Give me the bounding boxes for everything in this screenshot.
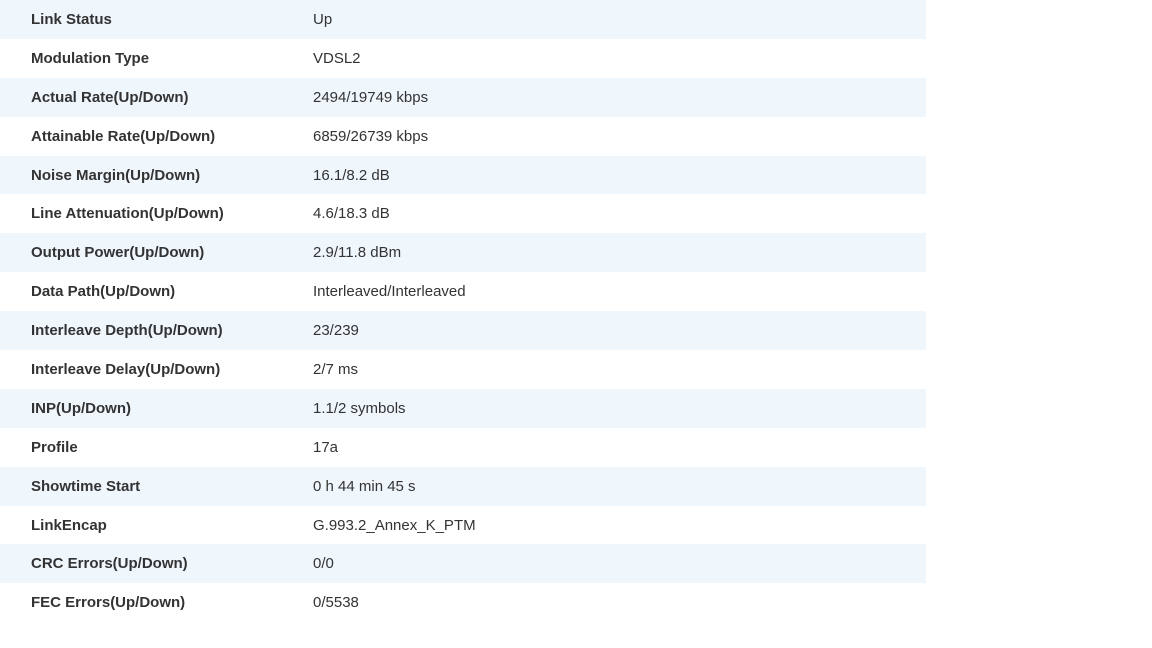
value-modulation-type: VDSL2 <box>313 38 926 78</box>
row-data-path: Data Path(Up/Down) Interleaved/Interleav… <box>0 272 926 312</box>
row-interleave-depth: Interleave Depth(Up/Down) 23/239 <box>0 311 926 351</box>
label-fec-errors: FEC Errors(Up/Down) <box>0 583 313 623</box>
label-profile: Profile <box>0 427 313 467</box>
value-crc-errors: 0/0 <box>313 544 926 584</box>
row-profile: Profile 17a <box>0 427 926 467</box>
dsl-status-table: Link Status Up Modulation Type VDSL2 Act… <box>0 0 926 623</box>
value-interleave-depth: 23/239 <box>313 311 926 351</box>
label-showtime-start: Showtime Start <box>0 466 313 506</box>
label-attainable-rate: Attainable Rate(Up/Down) <box>0 116 313 156</box>
value-interleave-delay: 2/7 ms <box>313 350 926 389</box>
value-link-encap: G.993.2_Annex_K_PTM <box>313 505 926 545</box>
dsl-status-rows: Link Status Up Modulation Type VDSL2 Act… <box>0 0 926 623</box>
label-output-power: Output Power(Up/Down) <box>0 233 313 273</box>
label-link-status: Link Status <box>0 0 313 39</box>
value-link-status: Up <box>313 0 926 39</box>
row-link-encap: LinkEncap G.993.2_Annex_K_PTM <box>0 505 926 545</box>
value-inp: 1.1/2 symbols <box>313 388 926 428</box>
row-noise-margin: Noise Margin(Up/Down) 16.1/8.2 dB <box>0 155 926 195</box>
row-inp: INP(Up/Down) 1.1/2 symbols <box>0 388 926 428</box>
row-link-status: Link Status Up <box>0 0 926 39</box>
value-showtime-start: 0 h 44 min 45 s <box>313 466 926 506</box>
label-actual-rate: Actual Rate(Up/Down) <box>0 77 313 117</box>
value-profile: 17a <box>313 427 926 467</box>
value-output-power: 2.9/11.8 dBm <box>313 233 926 273</box>
row-fec-errors: FEC Errors(Up/Down) 0/5538 <box>0 583 926 623</box>
label-link-encap: LinkEncap <box>0 505 313 545</box>
label-data-path: Data Path(Up/Down) <box>0 272 313 312</box>
value-attainable-rate: 6859/26739 kbps <box>313 116 926 156</box>
row-showtime-start: Showtime Start 0 h 44 min 45 s <box>0 466 926 506</box>
value-noise-margin: 16.1/8.2 dB <box>313 155 926 195</box>
row-line-attenuation: Line Attenuation(Up/Down) 4.6/18.3 dB <box>0 194 926 234</box>
label-line-attenuation: Line Attenuation(Up/Down) <box>0 194 313 234</box>
label-interleave-depth: Interleave Depth(Up/Down) <box>0 311 313 351</box>
row-interleave-delay: Interleave Delay(Up/Down) 2/7 ms <box>0 350 926 389</box>
row-crc-errors: CRC Errors(Up/Down) 0/0 <box>0 544 926 584</box>
row-modulation-type: Modulation Type VDSL2 <box>0 38 926 78</box>
label-inp: INP(Up/Down) <box>0 388 313 428</box>
value-line-attenuation: 4.6/18.3 dB <box>313 194 926 234</box>
value-actual-rate: 2494/19749 kbps <box>313 77 926 117</box>
label-noise-margin: Noise Margin(Up/Down) <box>0 155 313 195</box>
row-attainable-rate: Attainable Rate(Up/Down) 6859/26739 kbps <box>0 116 926 156</box>
label-modulation-type: Modulation Type <box>0 38 313 78</box>
value-data-path: Interleaved/Interleaved <box>313 272 926 312</box>
row-output-power: Output Power(Up/Down) 2.9/11.8 dBm <box>0 233 926 273</box>
label-interleave-delay: Interleave Delay(Up/Down) <box>0 350 313 389</box>
row-actual-rate: Actual Rate(Up/Down) 2494/19749 kbps <box>0 77 926 117</box>
value-fec-errors: 0/5538 <box>313 583 926 623</box>
label-crc-errors: CRC Errors(Up/Down) <box>0 544 313 584</box>
